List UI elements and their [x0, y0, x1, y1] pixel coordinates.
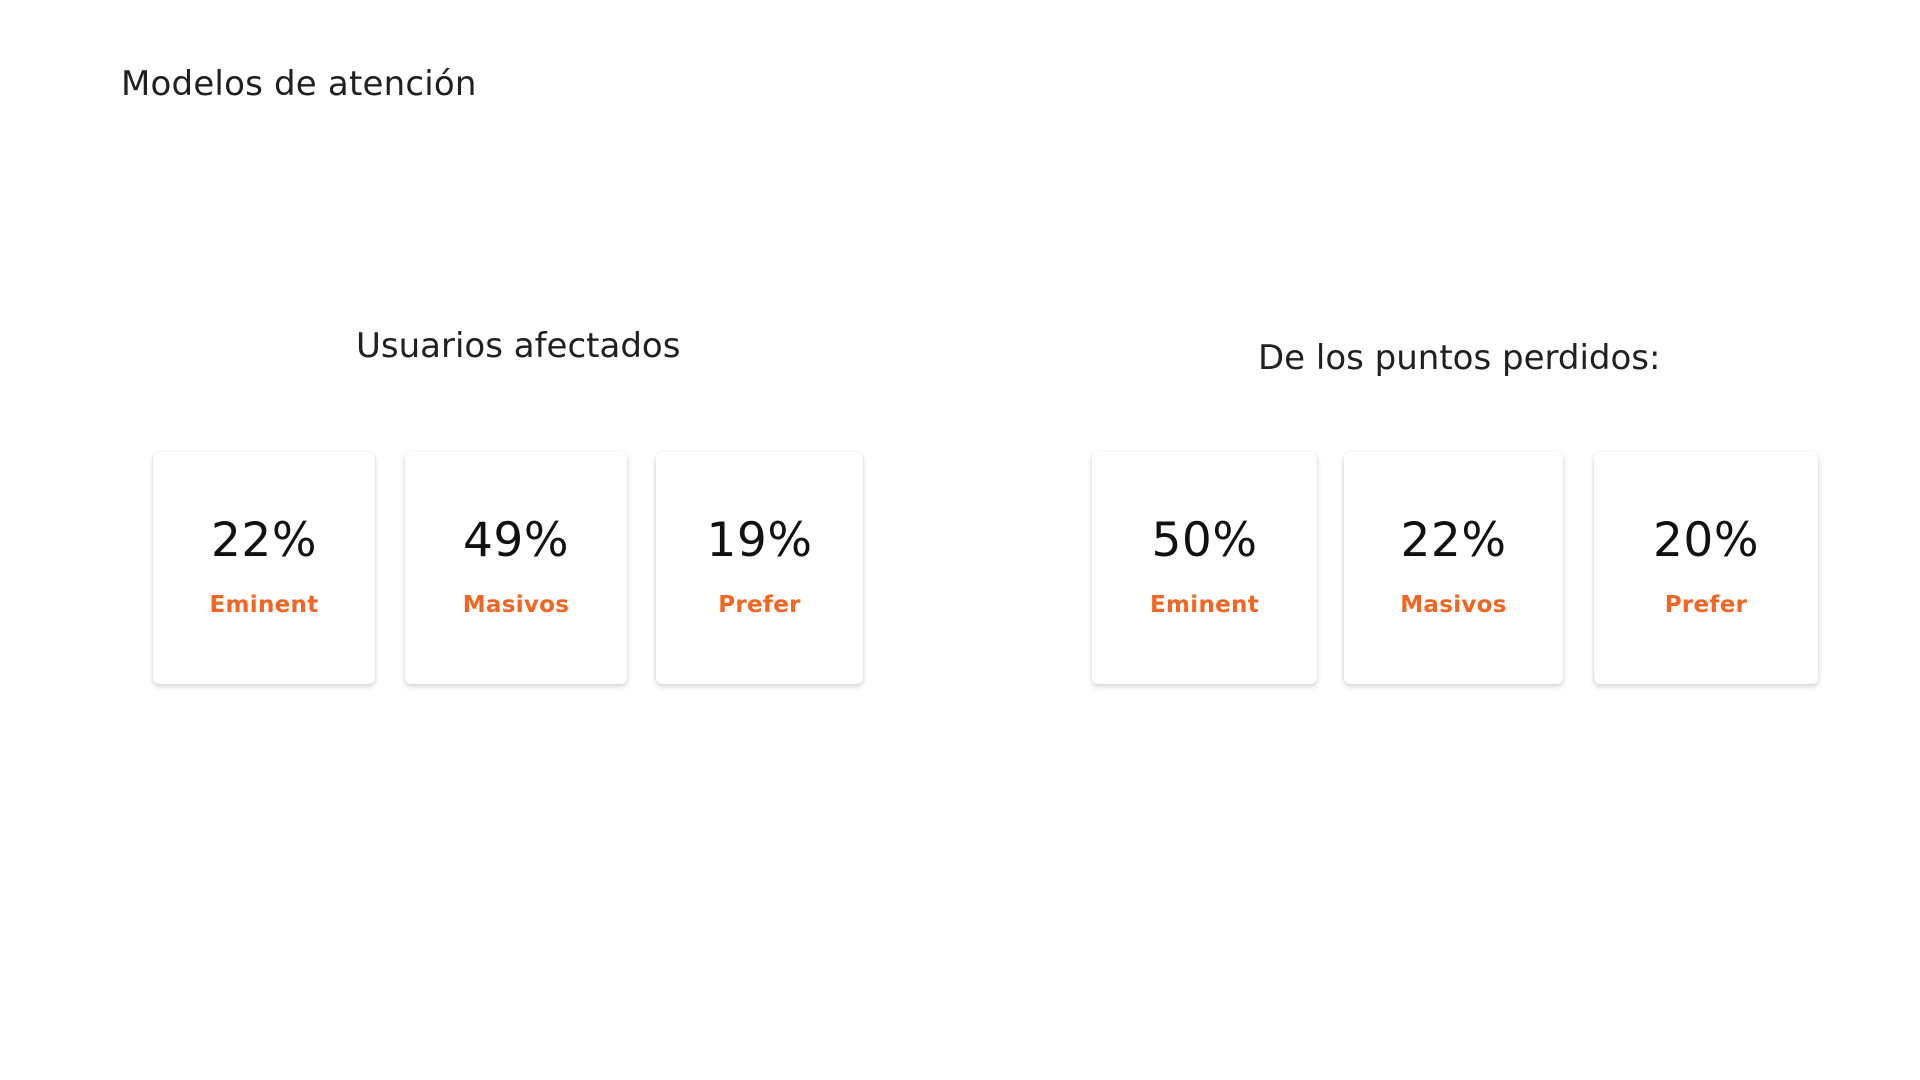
stat-card-prefer: 19% Prefer: [656, 452, 863, 684]
stat-value: 50%: [1151, 513, 1258, 568]
page-title: Modelos de atención: [121, 64, 477, 104]
stat-card-masivos: 22% Masivos: [1344, 452, 1563, 684]
section-title: Usuarios afectados: [356, 326, 681, 366]
stat-label: Masivos: [1400, 592, 1507, 618]
stat-label: Eminent: [209, 592, 319, 618]
stat-card-group: 22% Eminent 49% Masivos 19% Prefer: [153, 452, 863, 684]
stat-card-eminent: 50% Eminent: [1092, 452, 1317, 684]
stat-value: 19%: [706, 513, 813, 568]
stat-value: 22%: [1400, 513, 1507, 568]
stat-label: Prefer: [718, 592, 801, 618]
section-title: De los puntos perdidos:: [1258, 338, 1661, 378]
slide: Modelos de atención Usuarios afectados 2…: [0, 0, 1920, 1080]
stat-card-masivos: 49% Masivos: [405, 452, 627, 684]
stat-card-group: 50% Eminent 22% Masivos 20% Prefer: [1092, 452, 1818, 684]
stat-label: Prefer: [1664, 592, 1748, 618]
stat-label: Masivos: [462, 592, 570, 618]
stat-label: Eminent: [1149, 592, 1259, 618]
stat-card-prefer: 20% Prefer: [1594, 452, 1818, 684]
stat-card-eminent: 22% Eminent: [153, 452, 375, 684]
stat-value: 22%: [211, 513, 317, 568]
stat-value: 49%: [463, 513, 569, 568]
stat-value: 20%: [1653, 513, 1759, 568]
